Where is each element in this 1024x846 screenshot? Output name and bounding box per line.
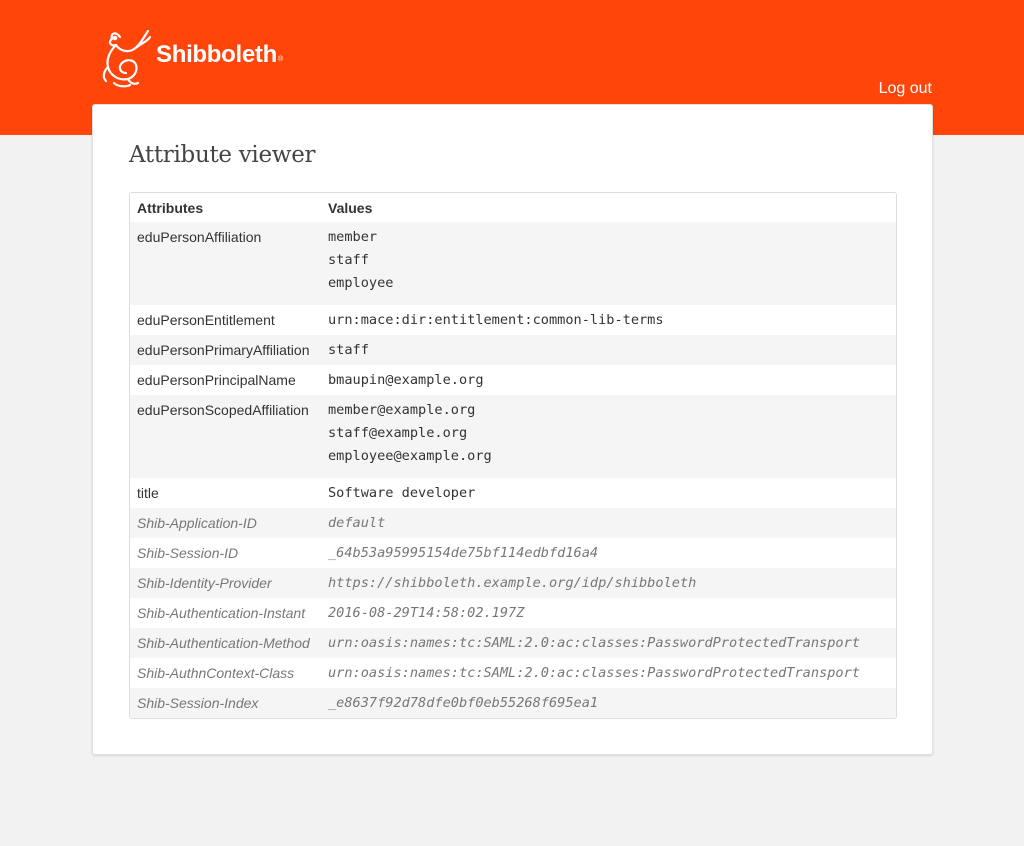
table-row: eduPersonPrincipalName bmaupin@example.or… (130, 365, 896, 395)
table-row: eduPersonScopedAffiliation member@example… (130, 395, 896, 478)
table-row: Shib-Session-Index _e8637f92d78dfe0bf0eb5… (130, 688, 896, 718)
attribute-value: Software developer (328, 485, 476, 501)
attribute-rows: eduPersonAffiliation member staff employee e… (130, 222, 896, 718)
attribute-name: Shib-Identity-Provider (137, 575, 272, 591)
attribute-values: staff (321, 335, 896, 365)
table-header-row: Attributes Values (130, 193, 896, 222)
attribute-values: bmaupin@example.org (321, 365, 896, 395)
attribute-value: 2016-08-29T14:58:02.197Z (328, 605, 525, 621)
attribute-values: urn:oasis:names:tc:SAML:2.0:ac:classes:P… (321, 628, 896, 658)
attribute-values: urn:mace:dir:entitlement:common-lib-term… (321, 305, 896, 335)
attribute-value: _e8637f92d78dfe0bf0eb55268f695ea1 (328, 695, 599, 711)
attribute-values: 2016-08-29T14:58:02.197Z (321, 598, 896, 628)
attribute-values: _64b53a95995154de75bf114edbfd16a4 (321, 538, 896, 568)
logo-wordmark: Shibboleth® (156, 41, 283, 68)
column-header-values: Values (328, 199, 373, 216)
attribute-values: member staff employee (321, 222, 896, 305)
griffin-icon (102, 29, 152, 88)
shibboleth-logo[interactable]: Shibboleth® (100, 26, 283, 92)
attribute-value: urn:oasis:names:tc:SAML:2.0:ac:classes:P… (328, 635, 860, 651)
attribute-name: Shib-AuthnContext-Class (137, 665, 295, 681)
attribute-name: Shib-Authentication-Method (137, 635, 310, 651)
attribute-value: urn:oasis:names:tc:SAML:2.0:ac:classes:P… (328, 665, 860, 681)
attribute-values: member@example.org staff@example.org emplo… (321, 395, 896, 478)
attribute-value: _64b53a95995154de75bf114edbfd16a4 (328, 545, 599, 561)
attribute-name: Shib-Session-Index (137, 695, 259, 711)
attribute-name: Shib-Session-ID (137, 545, 239, 561)
page-title: Attribute viewer (129, 142, 316, 168)
attribute-values: Software developer (321, 478, 896, 508)
attribute-name: title (137, 485, 159, 501)
attribute-values: default (321, 508, 896, 538)
table-row: Shib-Authentication-Method urn:oasis:name… (130, 628, 896, 658)
table-row: Shib-Application-ID default (130, 508, 896, 538)
attribute-name: eduPersonPrincipalName (137, 372, 296, 388)
table-row: Shib-AuthnContext-Class urn:oasis:names:t… (130, 658, 896, 688)
attribute-value: employee (328, 275, 394, 291)
attribute-value: employee@example.org (328, 448, 492, 464)
attribute-value: member@example.org (328, 402, 476, 418)
attribute-values: https://shibboleth.example.org/idp/shibb… (321, 568, 896, 598)
attribute-value: staff (328, 342, 369, 358)
attribute-value: member (328, 229, 378, 245)
attribute-name: eduPersonAffiliation (137, 229, 262, 245)
attribute-value: https://shibboleth.example.org/idp/shibb… (328, 575, 697, 591)
table-row: eduPersonAffiliation member staff employee (130, 222, 896, 305)
table-row: Shib-Identity-Provider https://shibboleth… (130, 568, 896, 598)
attribute-value: default (328, 515, 386, 531)
logout-link[interactable]: Log out (879, 80, 932, 98)
attribute-value: bmaupin@example.org (328, 372, 484, 388)
attribute-name: eduPersonPrimaryAffiliation (137, 342, 310, 358)
table-row: eduPersonEntitlement urn:mace:dir:entitle… (130, 305, 896, 335)
attribute-name: Shib-Authentication-Instant (137, 605, 306, 621)
attribute-value: urn:mace:dir:entitlement:common-lib-term… (328, 312, 664, 328)
attribute-name: eduPersonEntitlement (137, 312, 275, 328)
attribute-name: Shib-Application-ID (137, 515, 257, 531)
attribute-name: eduPersonScopedAffiliation (137, 402, 309, 418)
column-header-attributes: Attributes (137, 199, 204, 216)
table-row: title Software developer (130, 478, 896, 508)
attribute-value: staff (328, 252, 369, 268)
attribute-table: Attributes Values eduPersonAffiliation me… (129, 192, 897, 719)
table-row: Shib-Session-ID _64b53a95995154de75bf114e… (130, 538, 896, 568)
attribute-values: _e8637f92d78dfe0bf0eb55268f695ea1 (321, 688, 896, 718)
attribute-value: staff@example.org (328, 425, 468, 441)
table-row: Shib-Authentication-Instant 2016-08-29T14… (130, 598, 896, 628)
table-row: eduPersonPrimaryAffiliation staff (130, 335, 896, 365)
content-card: Attribute viewer Attributes Values eduPe… (92, 104, 933, 755)
attribute-values: urn:oasis:names:tc:SAML:2.0:ac:classes:P… (321, 658, 896, 688)
